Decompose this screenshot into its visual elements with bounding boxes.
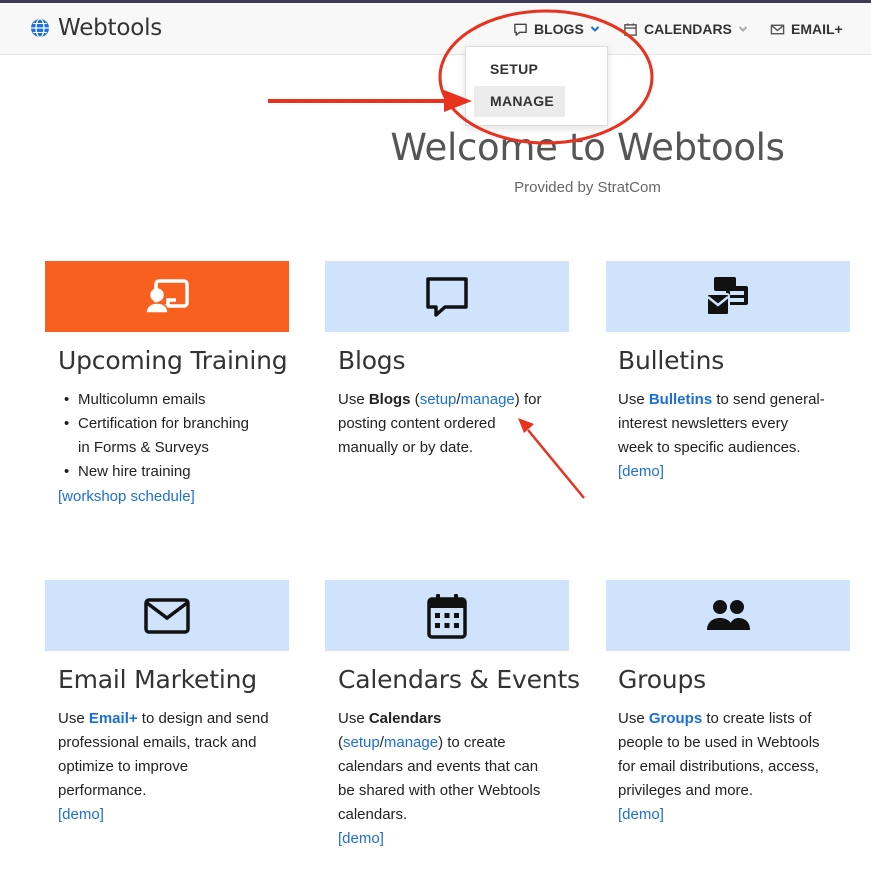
training-card-body: Multicolumn emails Certification for bra…	[58, 388, 293, 509]
comment-icon	[514, 23, 527, 36]
workshop-schedule-link[interactable]: [workshop schedule]	[58, 488, 195, 505]
mail-bulk-icon	[706, 276, 748, 316]
envelope-icon	[770, 24, 785, 34]
groups-card-header[interactable]	[606, 580, 850, 651]
calendars-manage-link[interactable]: manage	[384, 734, 438, 751]
training-card-header[interactable]	[45, 261, 289, 332]
blogs-card-title: Blogs	[338, 346, 406, 375]
dropdown-item-setup[interactable]: SETUP	[474, 54, 565, 85]
email-card-title: Email Marketing	[58, 665, 257, 694]
email-card-header[interactable]	[45, 580, 289, 651]
training-item: Certification for branchingin Forms & Su…	[58, 412, 293, 460]
bulletins-demo-link[interactable]: [demo]	[618, 463, 664, 480]
groups-demo-link[interactable]: [demo]	[618, 806, 664, 823]
nav-email-label: EMAIL+	[791, 21, 843, 37]
groups-link[interactable]: Groups	[649, 710, 702, 727]
email-demo-link[interactable]: [demo]	[58, 806, 104, 823]
chevron-down-icon	[590, 26, 599, 32]
users-icon	[707, 599, 750, 630]
calendar-icon	[624, 22, 637, 36]
comment-icon	[426, 276, 468, 317]
blogs-card-body: Use Blogs (setup/manage) for posting con…	[338, 391, 542, 456]
bulletins-card-header[interactable]	[606, 261, 850, 332]
globe-icon	[31, 18, 49, 38]
nav-blogs[interactable]: BLOGS	[513, 21, 600, 37]
blogs-dropdown-menu: SETUP MANAGE	[465, 46, 608, 126]
blogs-setup-link[interactable]: setup	[420, 391, 457, 408]
page-title: Welcome to Webtools	[390, 126, 785, 169]
brand-name: Webtools	[58, 15, 163, 41]
calendar-icon	[427, 593, 467, 639]
calendars-card-title: Calendars & Events	[338, 665, 580, 694]
training-item: Multicolumn emails	[58, 388, 293, 412]
bulletins-link[interactable]: Bulletins	[649, 391, 712, 408]
bulletins-card-title: Bulletins	[618, 346, 725, 375]
chevron-down-icon	[738, 26, 748, 32]
dropdown-item-manage[interactable]: MANAGE	[474, 86, 565, 117]
navbar: Webtools BLOGS CALENDARS EMAIL+	[0, 3, 871, 55]
nav-calendars[interactable]: CALENDARS	[623, 21, 748, 37]
brand-link[interactable]: Webtools	[30, 15, 162, 41]
groups-card-body: Use Groups to create lists of people to …	[618, 710, 820, 823]
envelope-icon	[144, 597, 190, 634]
nav-email[interactable]: EMAIL+	[770, 21, 843, 37]
calendars-card-header[interactable]	[325, 580, 569, 651]
email-card-body: Use Email+ to design and send profession…	[58, 710, 269, 823]
screen-user-icon	[145, 278, 189, 314]
page-subtitle: Provided by StratCom	[514, 179, 661, 196]
training-item: New hire training	[58, 460, 293, 484]
email-plus-link[interactable]: Email+	[89, 710, 138, 727]
nav-blogs-label: BLOGS	[534, 21, 584, 37]
blogs-manage-link[interactable]: manage	[461, 391, 515, 408]
groups-card-title: Groups	[618, 665, 706, 694]
calendars-card-body: Use Calendars (setup/manage) to create c…	[338, 710, 541, 847]
calendars-setup-link[interactable]: setup	[343, 734, 380, 751]
blogs-card-header[interactable]	[325, 261, 569, 332]
calendars-demo-link[interactable]: [demo]	[338, 830, 384, 847]
bulletins-card-body: Use Bulletins to send general- interest …	[618, 391, 825, 480]
nav-calendars-label: CALENDARS	[644, 21, 732, 37]
training-card-title: Upcoming Training	[58, 346, 288, 375]
